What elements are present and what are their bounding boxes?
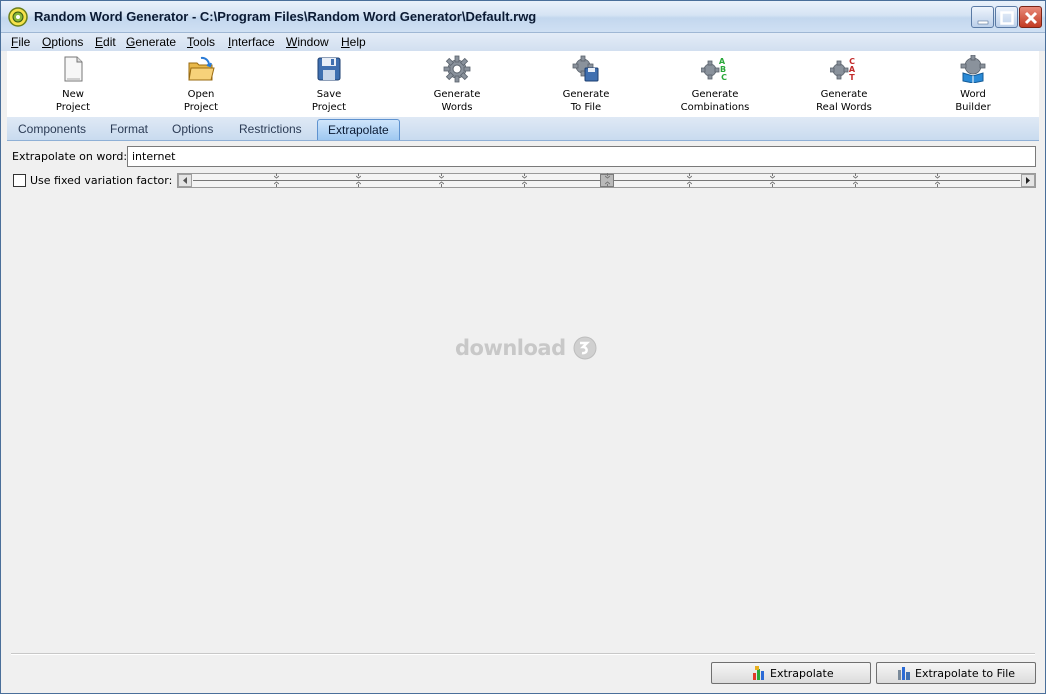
menu-bar: File Options Edit Generate Tools Interfa… xyxy=(1,33,1045,51)
menu-interface[interactable]: Interface xyxy=(228,35,275,49)
open-folder-icon xyxy=(188,56,215,81)
extrapolate-icon xyxy=(753,666,764,680)
slider-tick xyxy=(273,173,279,187)
tab-bar: Components Format Options Restrictions E… xyxy=(7,117,1039,141)
arrow-left-icon xyxy=(183,177,187,184)
menu-tools[interactable]: Tools xyxy=(187,35,215,49)
toolbar: New Project Open Project Save Project Ge… xyxy=(7,51,1039,117)
slider-tick xyxy=(852,173,858,187)
menu-help[interactable]: Help xyxy=(341,35,366,49)
fixed-variation-checkbox[interactable] xyxy=(13,174,26,187)
generate-real-words-button[interactable]: C A T Generate Real Words xyxy=(789,53,899,115)
save-project-button[interactable]: Save Project xyxy=(274,53,384,115)
watermark-3k-icon xyxy=(573,336,597,360)
slider-tick xyxy=(769,173,775,187)
variation-factor-slider[interactable] xyxy=(177,173,1036,188)
extrapolate-panel: Extrapolate on word: internet Use fixed … xyxy=(7,142,1039,690)
app-logo-icon xyxy=(8,7,28,27)
word-builder-button[interactable]: Word Builder xyxy=(918,53,1028,115)
tab-format[interactable]: Format xyxy=(100,119,158,140)
fixed-variation-label: Use fixed variation factor: xyxy=(30,174,173,187)
close-icon xyxy=(1024,11,1038,25)
svg-text:T: T xyxy=(849,73,855,82)
tab-components[interactable]: Components xyxy=(8,119,96,140)
gear-abc-icon: A B C xyxy=(701,57,727,82)
slider-tick xyxy=(687,173,693,187)
slider-tick xyxy=(935,173,941,187)
bottom-separator xyxy=(11,653,1035,655)
title-bar[interactable]: Random Word Generator - C:\Program Files… xyxy=(1,1,1045,33)
menu-window[interactable]: Window xyxy=(286,35,329,49)
gear-cat-icon: C A T xyxy=(830,57,856,82)
download-watermark: download xyxy=(455,334,605,362)
gear-file-icon xyxy=(572,55,599,82)
slider-tick xyxy=(521,173,527,187)
gear-icon xyxy=(443,55,471,83)
open-project-button[interactable]: Open Project xyxy=(146,53,256,115)
generate-combinations-button[interactable]: A B C Generate Combinations xyxy=(660,53,770,115)
app-window: Random Word Generator - C:\Program Files… xyxy=(0,0,1046,694)
slider-left-arrow[interactable] xyxy=(178,174,192,187)
extrapolate-to-file-button[interactable]: Extrapolate to File xyxy=(876,662,1036,684)
arrow-right-icon xyxy=(1026,177,1030,184)
menu-file[interactable]: File xyxy=(11,35,30,49)
slider-tick xyxy=(356,173,362,187)
maximize-icon xyxy=(1000,11,1014,25)
generate-to-file-button[interactable]: Generate To File xyxy=(531,53,641,115)
menu-edit[interactable]: Edit xyxy=(95,35,116,49)
menu-options[interactable]: Options xyxy=(42,35,83,49)
slider-right-arrow[interactable] xyxy=(1021,174,1035,187)
tab-restrictions[interactable]: Restrictions xyxy=(229,119,312,140)
close-button[interactable] xyxy=(1019,6,1042,28)
tab-options[interactable]: Options xyxy=(162,119,223,140)
minimize-icon xyxy=(977,20,989,25)
extrapolate-word-input[interactable]: internet xyxy=(127,146,1036,167)
slider-tick xyxy=(604,173,610,187)
svg-text:C: C xyxy=(721,73,727,82)
gear-book-icon xyxy=(960,55,986,83)
generate-words-button[interactable]: Generate Words xyxy=(402,53,512,115)
maximize-button[interactable] xyxy=(995,6,1018,28)
new-project-button[interactable]: New Project xyxy=(18,53,128,115)
window-title: Random Word Generator - C:\Program Files… xyxy=(34,9,537,24)
extrapolate-button[interactable]: Extrapolate xyxy=(711,662,871,684)
tab-extrapolate[interactable]: Extrapolate xyxy=(317,119,400,140)
floppy-disk-icon xyxy=(317,57,341,81)
menu-generate[interactable]: Generate xyxy=(126,35,176,49)
extrapolate-word-label: Extrapolate on word: xyxy=(12,150,128,163)
new-document-icon xyxy=(64,56,83,82)
extrapolate-file-icon xyxy=(898,667,910,680)
minimize-button[interactable] xyxy=(971,6,994,28)
slider-tick xyxy=(439,173,445,187)
